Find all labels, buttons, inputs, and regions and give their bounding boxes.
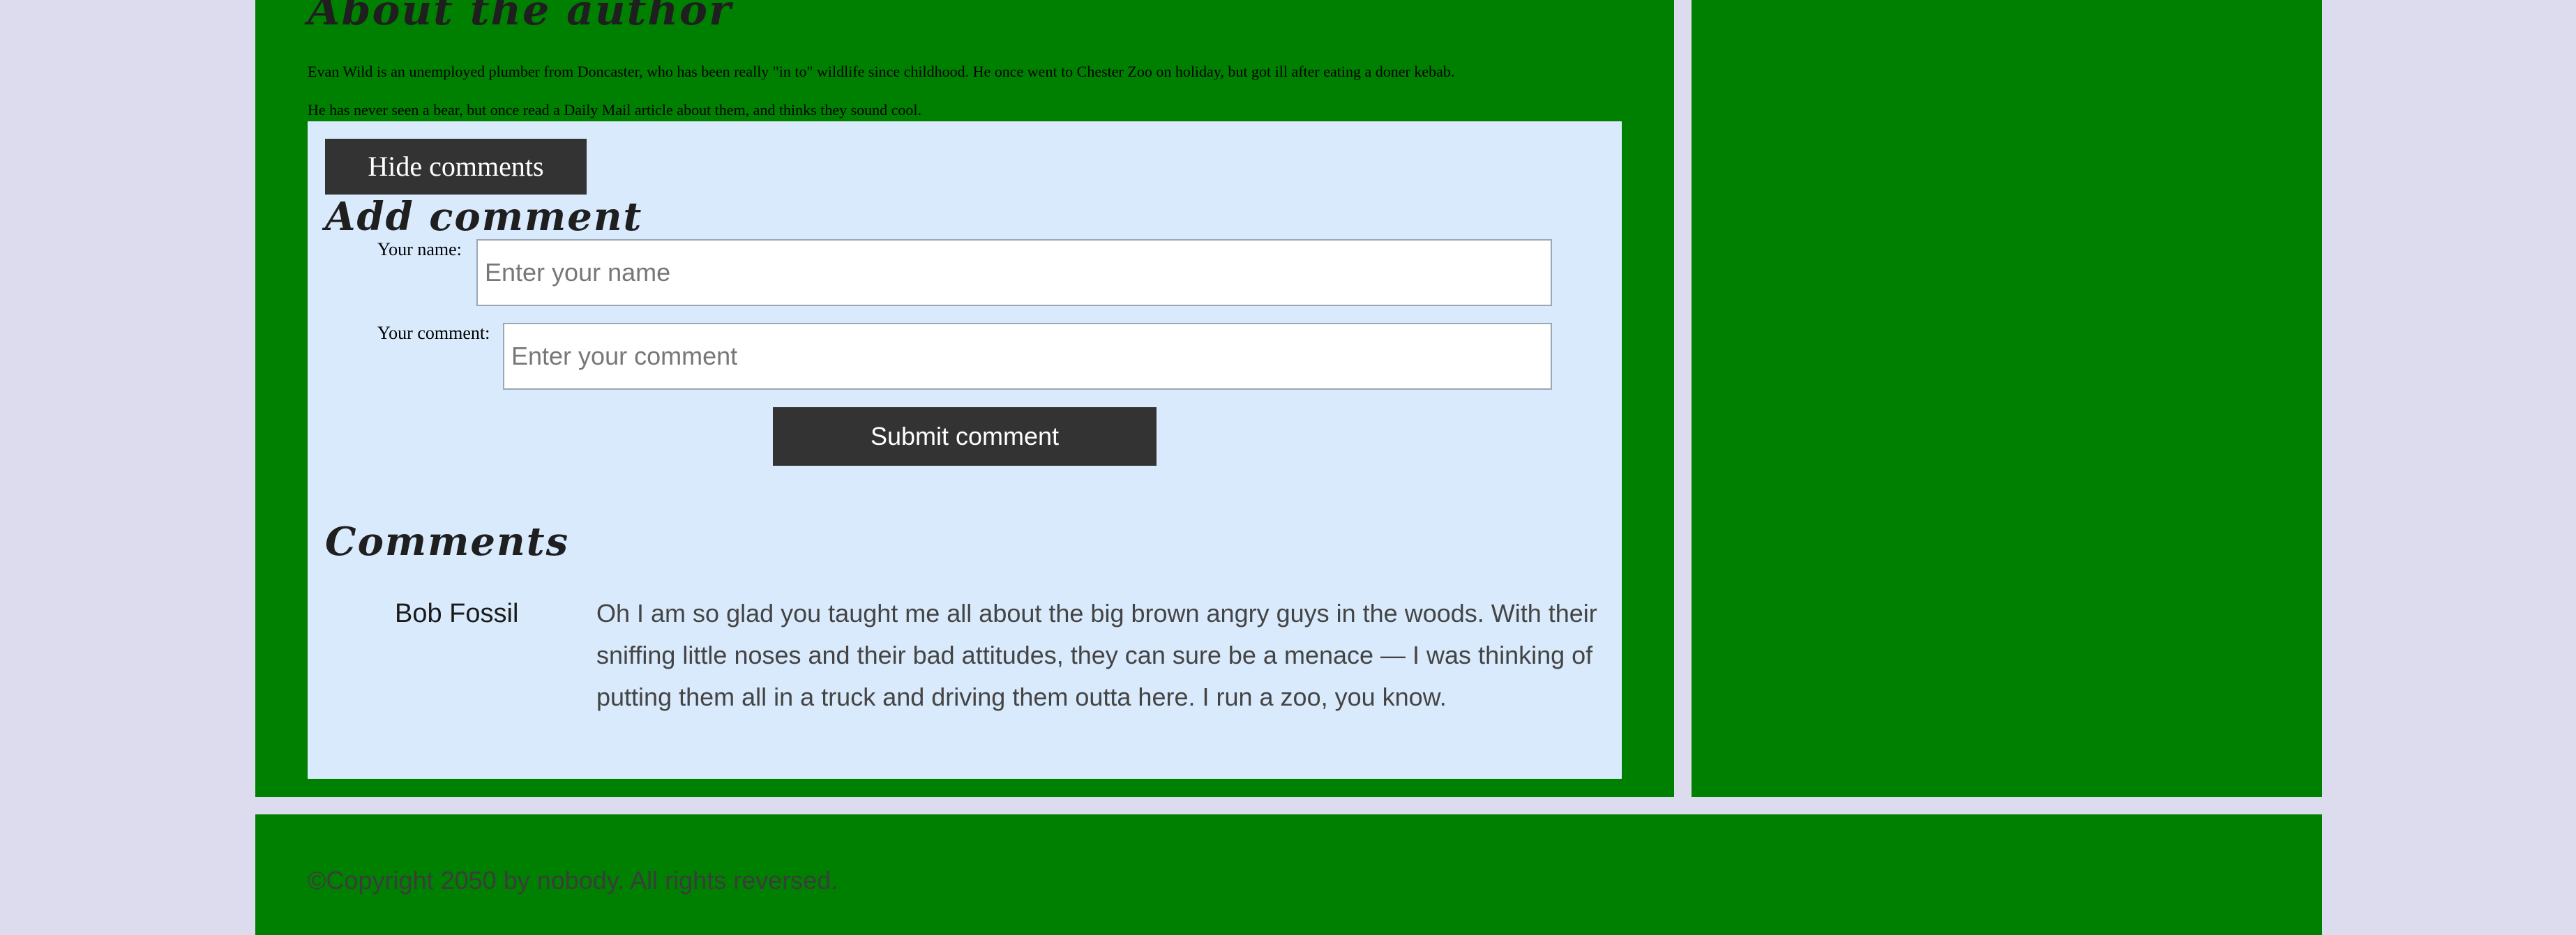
comment-author: Bob Fossil	[395, 599, 519, 628]
copyright-text: ©Copyright 2050 by nobody. All rights re…	[308, 866, 838, 895]
add-comment-heading: Add comment	[325, 194, 643, 240]
name-label: Your name:	[377, 239, 462, 259]
about-author-text-line-1: Evan Wild is an unemployed plumber from …	[308, 63, 1455, 80]
hide-comments-button[interactable]: Hide comments	[325, 139, 587, 195]
name-input[interactable]	[476, 239, 1552, 306]
comment-input[interactable]	[503, 323, 1552, 390]
comment-label: Your comment:	[377, 323, 490, 343]
submit-comment-button[interactable]: Submit comment	[773, 407, 1157, 466]
comments-heading: Comments	[325, 519, 570, 565]
comment-text: Oh I am so glad you taught me all about …	[596, 599, 1597, 711]
sidebar-panel	[1692, 0, 2322, 797]
about-author-text-line-2: He has never seen a bear, but once read …	[308, 101, 922, 119]
about-author-heading: About the author	[308, 0, 732, 35]
